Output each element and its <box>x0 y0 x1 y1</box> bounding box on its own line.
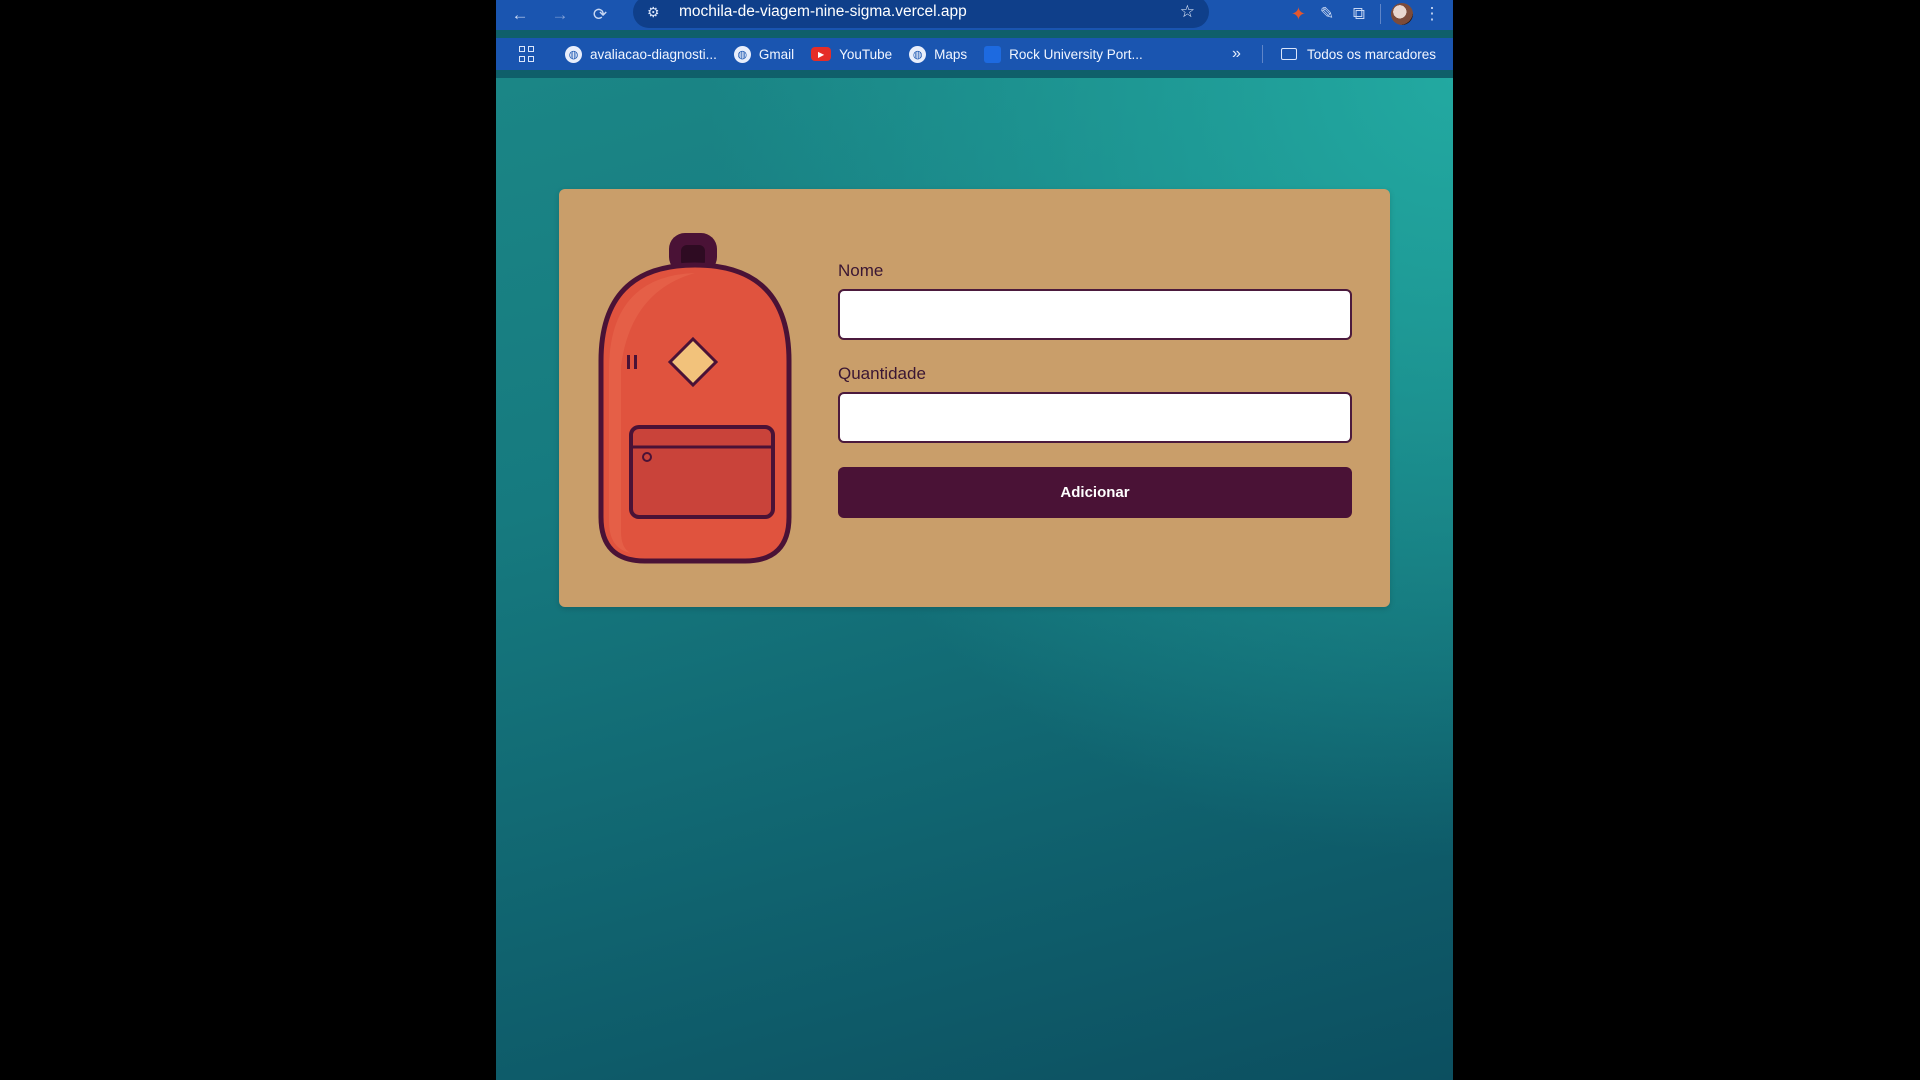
bookmark-maps[interactable]: ◍ Maps <box>909 45 968 63</box>
rock-university-icon <box>984 45 1002 63</box>
tag-mark <box>627 355 630 369</box>
backpack-illustration <box>598 233 792 564</box>
more-bookmarks-chevron-icon[interactable]: » <box>1232 45 1241 63</box>
bookmark-label: Gmail <box>758 46 795 62</box>
browser-window: ← → ⟳ ⚙ mochila-de-viagem-nine-sigma.ver… <box>496 0 1453 1080</box>
all-bookmarks-button[interactable]: Todos os marcadores <box>1281 47 1436 62</box>
name-input[interactable] <box>838 289 1352 340</box>
toolbar-divider <box>1380 4 1381 24</box>
globe-icon: ◍ <box>909 45 927 63</box>
menu-kebab-icon[interactable]: ⋮ <box>1423 0 1441 28</box>
extensions-puzzle-icon[interactable]: ⧉ <box>1348 0 1370 28</box>
backpack-pocket <box>629 425 775 519</box>
tag-mark <box>634 355 637 369</box>
site-settings-icon[interactable]: ⚙ <box>647 4 667 21</box>
bookmark-star-icon[interactable]: ☆ <box>1180 2 1195 22</box>
youtube-icon: ▶ <box>811 47 832 61</box>
all-bookmarks-label: Todos os marcadores <box>1307 46 1437 62</box>
extension-red-icon[interactable]: ✦ <box>1291 4 1306 25</box>
quantity-label: Quantidade <box>838 364 926 383</box>
eyedropper-icon[interactable]: ✎ <box>1316 0 1338 28</box>
bookmarks-bar: ◍ avaliacao-diagnosti... ◍ Gmail ▶ YouTu… <box>496 38 1453 70</box>
browser-toolbar: ← → ⟳ ⚙ mochila-de-viagem-nine-sigma.ver… <box>496 0 1453 30</box>
add-button[interactable]: Adicionar <box>838 467 1352 518</box>
url-text[interactable]: mochila-de-viagem-nine-sigma.vercel.app <box>679 3 1180 21</box>
bookmarks-divider <box>1262 45 1263 63</box>
folder-icon <box>1281 48 1297 60</box>
bookmark-rock-university[interactable]: Rock University Port... <box>984 45 1143 63</box>
bookmark-gmail[interactable]: ◍ Gmail <box>733 45 795 63</box>
forward-arrow-icon[interactable]: → <box>546 1 574 29</box>
address-bar[interactable]: ⚙ mochila-de-viagem-nine-sigma.vercel.ap… <box>633 0 1209 28</box>
bookmark-label: YouTube <box>839 46 893 62</box>
globe-icon: ◍ <box>733 45 751 63</box>
profile-avatar[interactable] <box>1391 3 1413 25</box>
form-card: Nome Quantidade Adicionar <box>559 189 1390 607</box>
bookmark-label: Maps <box>934 46 968 62</box>
quantity-input[interactable] <box>838 392 1352 443</box>
bookmark-youtube[interactable]: ▶ YouTube <box>811 47 892 62</box>
bookmark-label: avaliacao-diagnosti... <box>590 46 717 62</box>
reload-icon[interactable]: ⟳ <box>586 1 614 29</box>
name-label: Nome <box>838 261 884 280</box>
toolbar-right: ✦ ✎ ⧉ ⋮ <box>1291 0 1453 28</box>
bookmark-avaliacao[interactable]: ◍ avaliacao-diagnosti... <box>565 45 717 63</box>
globe-icon: ◍ <box>565 45 582 63</box>
bookmark-label: Rock University Port... <box>1009 46 1143 62</box>
apps-grid-icon[interactable] <box>519 46 535 62</box>
page-content: Nome Quantidade Adicionar <box>496 78 1453 1080</box>
back-arrow-icon[interactable]: ← <box>506 1 534 29</box>
item-form: Nome Quantidade Adicionar <box>838 261 1352 518</box>
